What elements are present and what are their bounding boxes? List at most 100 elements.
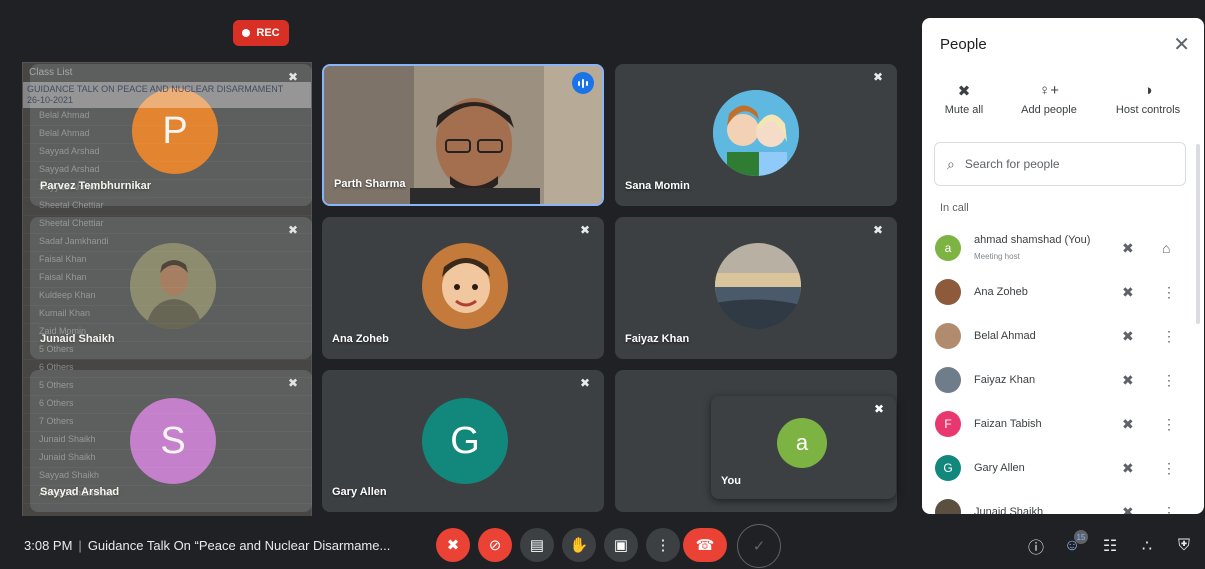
mic-off-icon: ✖ <box>287 376 299 390</box>
self-view-label: You <box>721 475 741 487</box>
mic-off-icon[interactable]: ✖ <box>1122 460 1134 477</box>
more-options-button[interactable]: ⋮ <box>646 528 680 562</box>
self-view-tile[interactable]: a ✖ You <box>711 396 896 499</box>
participant-name: Gary Allen <box>332 486 387 498</box>
participant-name: Junaid Shaikh <box>40 333 115 345</box>
participant-tile[interactable]: ✖ Faiyaz Khan <box>615 217 897 359</box>
mic-off-icon: ✖ <box>873 402 884 416</box>
record-dot-icon <box>242 29 251 37</box>
present-button[interactable]: ▣ <box>604 528 638 562</box>
participant-name: Sana Momin <box>625 180 690 192</box>
participant-tile[interactable]: P ✖ Parvez Tembhurnikar <box>30 64 312 206</box>
raise-hand-button[interactable]: ✋ <box>562 528 596 562</box>
close-panel-button[interactable]: ✕ <box>1173 32 1190 57</box>
participant-name: Faizan Tabish <box>974 418 1042 430</box>
camera-off-icon: ⊘ <box>488 537 502 554</box>
chat-button[interactable]: ☷ <box>1100 536 1120 556</box>
avatar: G <box>935 455 961 481</box>
mute-all-button[interactable]: ✖ Mute all <box>924 82 1004 116</box>
list-item[interactable]: G Gary Allen ✖ ⋮ <box>922 446 1198 490</box>
mic-off-icon: ✖ <box>957 83 971 100</box>
present-screen-icon: ▣ <box>613 537 629 554</box>
mic-off-icon[interactable]: ✖ <box>1122 372 1134 389</box>
mic-off-icon: ✖ <box>446 537 460 554</box>
add-people-button[interactable]: ♀+ Add people <box>1009 82 1089 116</box>
more-vert-icon[interactable]: ⋮ <box>1162 328 1176 345</box>
participant-name: Sayyad Arshad <box>40 486 120 498</box>
list-item[interactable]: Belal Ahmad ✖ ⋮ <box>922 314 1198 358</box>
participant-name: Junaid Shaikh <box>974 506 1044 514</box>
participant-tile[interactable]: G ✖ Gary Allen <box>322 370 604 512</box>
list-item[interactable]: Ana Zoheb ✖ ⋮ <box>922 270 1198 314</box>
scrollbar[interactable] <box>1196 144 1200 324</box>
avatar-photo <box>935 323 961 349</box>
action-label: Add people <box>1021 104 1077 116</box>
search-input[interactable] <box>962 156 1167 172</box>
avatar-photo <box>935 279 961 305</box>
list-item[interactable]: F Faizan Tabish ✖ ⋮ <box>922 402 1198 446</box>
mic-off-icon[interactable]: ✖ <box>1122 284 1134 301</box>
more-vert-icon[interactable]: ⋮ <box>1162 284 1176 301</box>
participant-tile-active-speaker[interactable]: Parth Sharma <box>322 64 604 206</box>
avatar-photo <box>935 499 961 514</box>
list-item[interactable]: a ahmad shamshad (You) Meeting host ✖ ⌂ <box>922 226 1198 270</box>
recording-badge: REC <box>233 20 289 46</box>
participant-tile[interactable]: S ✖ Sayyad Arshad <box>30 370 312 512</box>
close-icon: ✕ <box>1173 34 1190 56</box>
participant-tile[interactable]: ✖ Ana Zoheb <box>322 217 604 359</box>
more-vert-icon[interactable]: ⋮ <box>1162 372 1176 389</box>
more-vert-icon[interactable]: ⋮ <box>1162 460 1176 477</box>
add-person-icon: ♀+ <box>1038 82 1059 99</box>
leave-call-button[interactable]: ☎ <box>683 528 727 562</box>
host-controls-button[interactable]: ⛨ <box>1174 536 1194 556</box>
captions-button[interactable]: ▤ <box>520 528 554 562</box>
meeting-details-button[interactable]: ⓘ <box>1026 536 1046 557</box>
mic-off-icon: ✖ <box>287 223 299 237</box>
more-vert-icon[interactable]: ⋮ <box>1162 416 1176 433</box>
mic-off-icon[interactable]: ✖ <box>1122 240 1134 257</box>
mic-off-icon[interactable]: ✖ <box>1122 416 1134 433</box>
list-item[interactable]: Faiyaz Khan ✖ ⋮ <box>922 358 1198 402</box>
avatar: F <box>935 411 961 437</box>
meeting-title: Guidance Talk On “Peace and Nuclear Disa… <box>87 538 391 553</box>
avatar-photo <box>713 90 799 176</box>
avatar-photo <box>935 367 961 393</box>
activities-button[interactable]: ∴ <box>1137 536 1157 556</box>
search-icon: ⌕ <box>947 155 955 172</box>
participant-tile[interactable]: ✖ Junaid Shaikh <box>30 217 312 359</box>
pin-icon[interactable]: ⌂ <box>1162 240 1170 256</box>
people-button[interactable]: ☺ 15 <box>1062 530 1088 556</box>
bottom-toolbar: 3:08 PM | Guidance Talk On “Peace and Nucl… <box>0 516 1205 569</box>
mic-toggle-button[interactable]: ✖ <box>436 528 470 562</box>
avatar-photo <box>715 243 801 329</box>
info-icon: ⓘ <box>1027 540 1044 557</box>
avatar: a <box>777 418 827 468</box>
mic-off-icon: ✖ <box>287 70 299 84</box>
check-button[interactable]: ✓ <box>737 524 781 568</box>
more-vert-icon[interactable]: ⋮ <box>1162 504 1176 515</box>
shield-icon: ⛨ <box>1177 537 1190 554</box>
list-item[interactable]: Junaid Shaikh ✖ ⋮ <box>922 490 1198 514</box>
mic-off-icon: ✖ <box>872 223 884 237</box>
avatar-photo <box>422 243 508 329</box>
participant-name: Parvez Tembhurnikar <box>40 180 152 192</box>
hand-icon: ✋ <box>569 537 589 554</box>
mic-off-icon[interactable]: ✖ <box>1122 504 1134 515</box>
end-call-icon: ☎ <box>695 537 715 554</box>
camera-toggle-button[interactable]: ⊘ <box>478 528 512 562</box>
host-controls-button[interactable]: ◑ Host controls <box>1108 82 1188 116</box>
search-box[interactable]: ⌕ <box>934 142 1186 186</box>
panel-title: People <box>940 36 987 53</box>
participant-name: ahmad shamshad (You) <box>974 234 1091 246</box>
participant-name: Parth Sharma <box>334 178 406 190</box>
activities-icon: ∴ <box>1141 538 1153 555</box>
toggle-icon: ◑ <box>1143 82 1153 99</box>
meeting-time: 3:08 PM <box>24 538 73 553</box>
participant-name: Ana Zoheb <box>974 286 1028 298</box>
participant-tile[interactable]: ✖ Sana Momin <box>615 64 897 206</box>
avatar-photo <box>130 243 216 329</box>
avatar: G <box>422 398 508 484</box>
avatar: a <box>935 235 961 261</box>
check-icon: ✓ <box>752 538 766 555</box>
mic-off-icon[interactable]: ✖ <box>1122 328 1134 345</box>
